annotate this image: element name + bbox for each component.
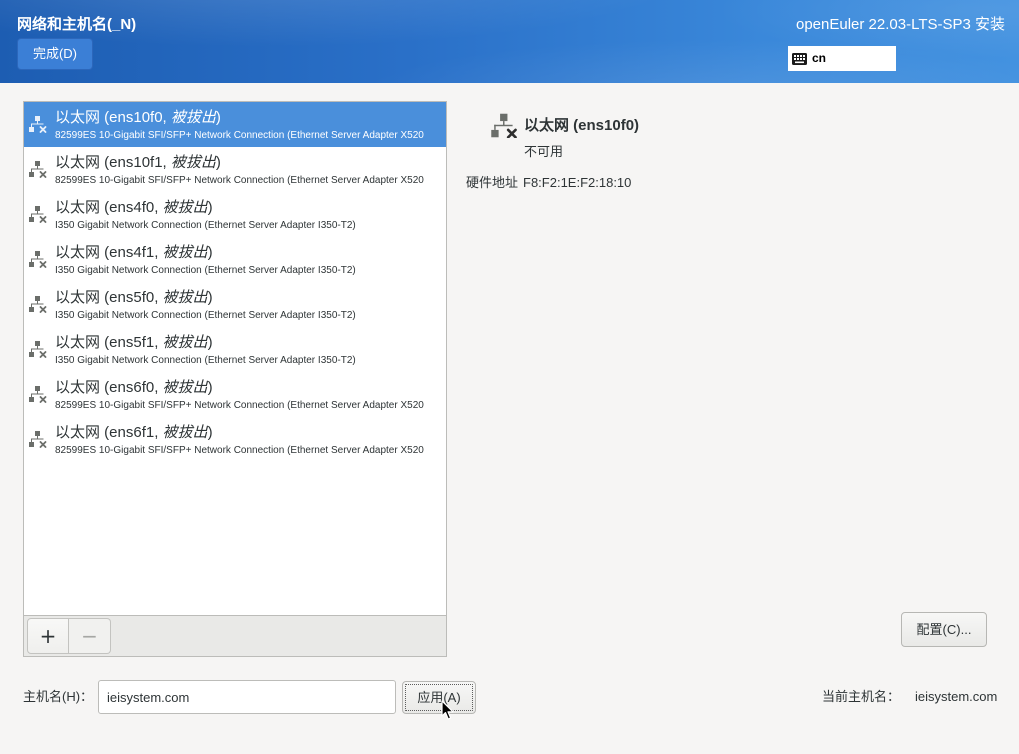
device-row[interactable]: 以太网 (ens5f0, 被拔出) I350 Gigabit Network Co… (24, 282, 446, 327)
wired-network-disconnected-icon (29, 250, 47, 268)
device-state: 被拔出 (162, 424, 208, 441)
device-state: 被拔出 (170, 109, 216, 126)
device-name-end: ) (207, 424, 213, 441)
device-name: 以太网 (ens6f1, 被拔出) (55, 423, 213, 442)
device-name-label: 以太网 (ens6f1, (55, 424, 163, 441)
device-row[interactable]: 以太网 (ens4f0, 被拔出) I350 Gigabit Network Co… (24, 192, 446, 237)
device-description: I350 Gigabit Network Connection (Etherne… (55, 355, 356, 366)
device-row[interactable]: 以太网 (ens6f0, 被拔出) 82599ES 10-Gigabit SFI/… (24, 372, 446, 417)
device-row[interactable]: 以太网 (ens5f1, 被拔出) I350 Gigabit Network Co… (24, 327, 446, 372)
device-state: 被拔出 (162, 334, 208, 351)
current-hostname-label: 当前主机名： (822, 689, 901, 704)
device-name: 以太网 (ens4f0, 被拔出) (55, 198, 213, 217)
remove-device-button[interactable]: − (69, 618, 111, 654)
device-state: 被拔出 (162, 379, 208, 396)
device-name-label: 以太网 (ens5f1, (55, 334, 163, 351)
device-detail-title: 以太网 (ens10f0) (524, 117, 640, 134)
device-row[interactable]: 以太网 (ens6f1, 被拔出) 82599ES 10-Gigabit SFI/… (24, 417, 446, 462)
device-name: 以太网 (ens5f1, 被拔出) (55, 333, 213, 352)
wired-network-disconnected-icon (29, 205, 47, 223)
device-description: 82599ES 10-Gigabit SFI/SFP+ Network Conn… (55, 130, 424, 141)
hardware-address-label: 硬件地址 (466, 175, 519, 190)
device-row[interactable]: 以太网 (ens10f0, 被拔出) 82599ES 10-Gigabit SFI… (24, 102, 446, 147)
page-title: 网络和主机名(_N) (17, 16, 137, 33)
add-device-button[interactable]: + (27, 618, 69, 654)
device-name: 以太网 (ens10f0, 被拔出) (55, 108, 221, 127)
current-hostname-value: ieisystem.com (915, 689, 998, 704)
mouse-pointer-icon (441, 700, 454, 721)
device-name-label: 以太网 (ens4f0, (55, 199, 163, 216)
device-state: 被拔出 (162, 289, 208, 306)
wired-network-disconnected-icon (29, 160, 47, 178)
wired-network-disconnected-icon (29, 430, 47, 448)
header-banner: 网络和主机名(_N) 完成(D) openEuler 22.03-LTS-SP3… (0, 0, 1019, 83)
device-name: 以太网 (ens10f1, 被拔出) (55, 153, 221, 172)
device-state: 被拔出 (162, 244, 208, 261)
configure-button[interactable]: 配置(C)... (901, 612, 987, 647)
wired-network-disconnected-icon (29, 385, 47, 403)
device-name-label: 以太网 (ens10f0, (55, 109, 171, 126)
keyboard-layout-indicator[interactable]: cn (788, 46, 896, 71)
device-name-label: 以太网 (ens4f1, (55, 244, 163, 261)
device-list-toolbar: + − (23, 615, 447, 657)
device-name-end: ) (207, 244, 213, 261)
device-description: I350 Gigabit Network Connection (Etherne… (55, 310, 356, 321)
device-name: 以太网 (ens4f1, 被拔出) (55, 243, 213, 262)
device-row[interactable]: 以太网 (ens4f1, 被拔出) I350 Gigabit Network Co… (24, 237, 446, 282)
device-state: 被拔出 (162, 199, 208, 216)
device-name-end: ) (207, 379, 213, 396)
keyboard-icon (792, 52, 807, 65)
device-name-end: ) (215, 154, 221, 171)
device-description: I350 Gigabit Network Connection (Etherne… (55, 220, 356, 231)
keyboard-layout-label: cn (812, 51, 827, 65)
apply-hostname-button[interactable]: 应用(A) (402, 681, 476, 714)
device-name-end: ) (207, 289, 213, 306)
device-status: 不可用 (524, 144, 564, 159)
product-title: openEuler 22.03-LTS-SP3 安装 (796, 16, 1005, 33)
device-name-label: 以太网 (ens10f1, (55, 154, 171, 171)
device-description: 82599ES 10-Gigabit SFI/SFP+ Network Conn… (55, 175, 424, 186)
device-name-label: 以太网 (ens6f0, (55, 379, 163, 396)
wired-network-disconnected-icon (29, 295, 47, 313)
device-state: 被拔出 (170, 154, 216, 171)
done-button[interactable]: 完成(D) (17, 38, 93, 70)
hostname-label: 主机名(H)： (23, 689, 94, 704)
network-device-list[interactable]: 以太网 (ens10f0, 被拔出) 82599ES 10-Gigabit SFI… (23, 101, 447, 616)
device-name: 以太网 (ens6f0, 被拔出) (55, 378, 213, 397)
wired-network-disconnected-icon (491, 113, 518, 139)
device-name-end: ) (207, 334, 213, 351)
device-name-end: ) (207, 199, 213, 216)
device-description: 82599ES 10-Gigabit SFI/SFP+ Network Conn… (55, 445, 424, 456)
device-name-end: ) (215, 109, 221, 126)
wired-network-disconnected-icon (29, 340, 47, 358)
device-name-label: 以太网 (ens5f0, (55, 289, 163, 306)
hardware-address-value: F8:F2:1E:F2:18:10 (523, 175, 632, 190)
device-description: 82599ES 10-Gigabit SFI/SFP+ Network Conn… (55, 400, 424, 411)
hostname-input[interactable] (98, 680, 396, 714)
device-row[interactable]: 以太网 (ens10f1, 被拔出) 82599ES 10-Gigabit SFI… (24, 147, 446, 192)
device-description: I350 Gigabit Network Connection (Etherne… (55, 265, 356, 276)
wired-network-disconnected-icon (29, 115, 47, 133)
device-name: 以太网 (ens5f0, 被拔出) (55, 288, 213, 307)
